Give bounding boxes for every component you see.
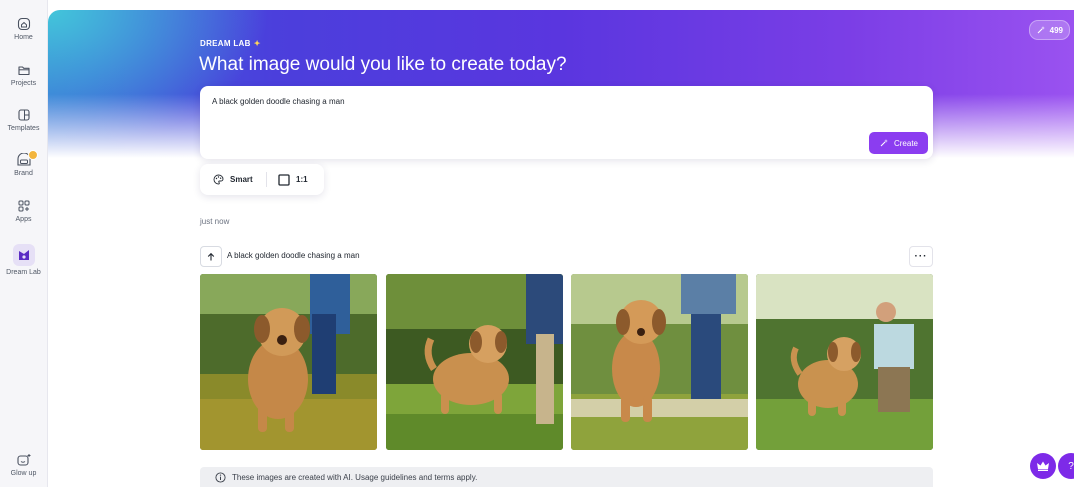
sidebar-item-label: Dream Lab [6,269,41,276]
ai-disclaimer-notice: These images are created with AI. Usage … [200,467,933,487]
reuse-prompt-button[interactable] [200,246,222,267]
aspect-ratio-selector[interactable]: 1:1 [278,164,308,195]
palette-icon [213,174,224,185]
sidebar-item-apps[interactable]: Apps [0,199,47,223]
sidebar-item-projects[interactable]: Projects [0,63,47,87]
sidebar-item-templates[interactable]: Templates [0,108,47,132]
crown-icon [1037,461,1049,471]
more-options-button[interactable]: ··· [909,246,933,267]
magic-sparkle-icon [1037,26,1045,34]
templates-icon [17,109,30,121]
dog-photo-image [571,274,748,450]
arrow-up-icon [207,252,215,260]
sidebar-item-label: Apps [15,216,32,223]
prompt-input-card[interactable]: A black golden doodle chasing a man Crea… [200,86,933,159]
upgrade-button[interactable] [1030,453,1056,479]
sidebar-item-glow-up[interactable]: Glow up [0,453,47,477]
dog-photo-image [756,274,933,450]
sidebar-item-label: Home [14,34,33,41]
result-header: A black golden doodle chasing a man ··· [200,246,933,267]
help-button[interactable]: ? [1058,453,1074,479]
glow-up-icon [16,454,30,466]
sidebar-item-label: Projects [10,80,37,87]
more-dots-icon: ··· [914,251,928,262]
apps-icon [18,200,29,212]
generation-options: Smart 1:1 [200,164,324,195]
dream-lab-tag: DREAM LAB ✦ [200,39,261,48]
generated-image-1[interactable] [200,274,377,450]
page-title: What image would you like to create toda… [199,54,567,75]
generated-image-3[interactable] [571,274,748,450]
square-ratio-icon [278,173,290,186]
sidebar-item-home[interactable]: Home [0,17,47,41]
sidebar-item-dream-lab[interactable]: Dream Lab [0,244,47,276]
dog-photo-image [386,274,563,450]
credits-count: 499 [1049,25,1063,35]
create-button[interactable]: Create [869,132,928,154]
info-icon [215,471,226,483]
result-timestamp: just now [200,217,230,226]
sidebar-item-label: Glow up [10,470,37,477]
help-icon: ? [1068,460,1074,472]
sidebar-item-brand[interactable]: Brand [0,150,47,177]
result-prompt-text: A black golden doodle chasing a man [227,251,360,260]
generated-image-4[interactable] [756,274,933,450]
sidebar-item-label: Brand [14,170,33,177]
folder-icon [17,66,30,76]
sidebar: Home Projects Templates Brand Apps Dream… [0,0,48,487]
generated-image-2[interactable] [386,274,563,450]
magic-sparkle-icon [880,139,888,147]
dream-lab-icon [18,250,29,260]
sparkle-icon: ✦ [253,39,261,48]
sidebar-item-label: Templates [7,125,40,132]
credits-badge[interactable]: 499 [1028,20,1070,40]
prompt-input[interactable]: A black golden doodle chasing a man [212,97,345,106]
premium-badge-icon [28,150,38,160]
style-selector[interactable]: Smart [213,164,253,195]
dog-photo-image [200,274,377,450]
home-icon [17,17,30,31]
disclaimer-text: These images are created with AI. Usage … [232,472,478,482]
